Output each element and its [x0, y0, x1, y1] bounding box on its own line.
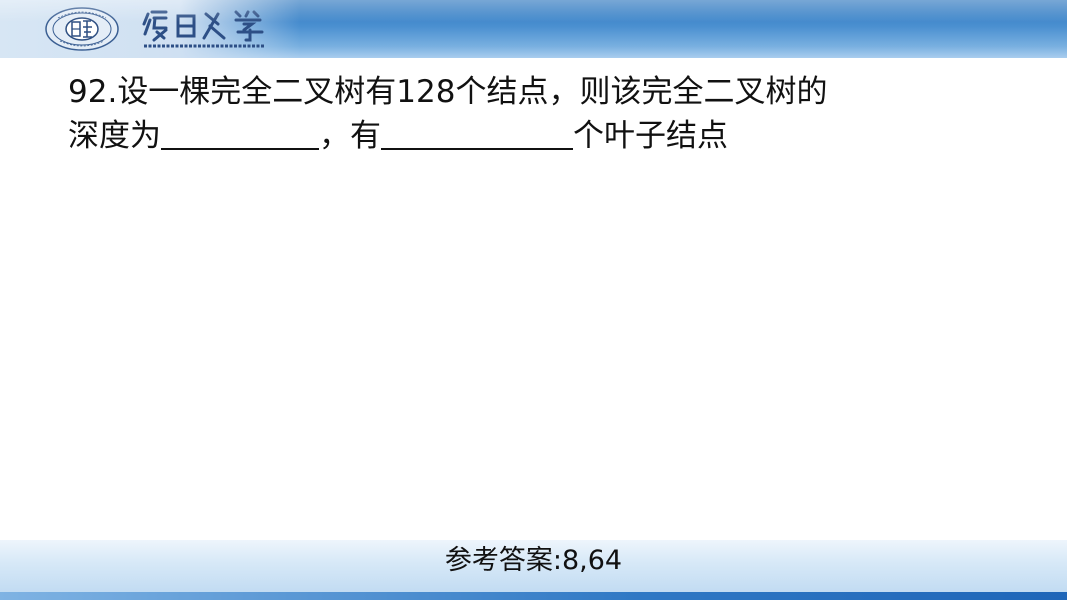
- header-bar: [0, 0, 1067, 58]
- answer-blank-depth: [161, 118, 319, 150]
- question-line2-part1: 深度为: [68, 118, 161, 154]
- question-number: 92.: [68, 74, 118, 110]
- question-line1: 设一棵完全二叉树有128个结点，则该完全二叉树的: [117, 74, 828, 110]
- logo-area: [0, 0, 300, 58]
- university-seal-icon: [45, 7, 119, 51]
- answer-blank-leaves: [381, 118, 573, 150]
- question-text: 92.设一棵完全二叉树有128个结点，则该完全二叉树的 深度为 ，有 个叶子结点: [68, 70, 948, 158]
- question-line2-part3: 个叶子结点: [573, 118, 728, 154]
- question-line2-part2: ，有: [319, 118, 381, 154]
- reference-answer: 参考答案:8,64: [444, 545, 623, 576]
- university-wordmark-logo: [142, 10, 264, 48]
